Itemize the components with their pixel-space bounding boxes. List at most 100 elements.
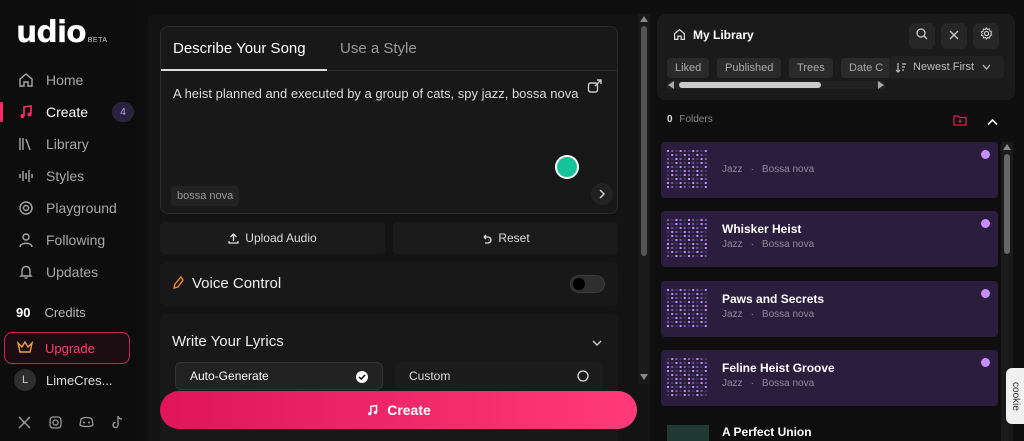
composer-tabs: Describe Your Song Use a Style	[161, 27, 617, 71]
create-button[interactable]: Create	[160, 391, 637, 429]
tiktok-icon[interactable]	[109, 414, 125, 430]
custom-label: Custom	[409, 369, 451, 383]
custom-option[interactable]: Custom	[395, 362, 603, 390]
sidebar-item-label: Following	[46, 232, 106, 248]
song-style: Bossa nova	[761, 309, 815, 320]
sidebar-item-home[interactable]: Home	[0, 64, 140, 96]
chevron-down-icon[interactable]	[592, 334, 602, 352]
beta-badge: BETA	[87, 37, 108, 44]
scroll-left-arrow-icon[interactable]	[668, 81, 674, 89]
discord-icon[interactable]	[78, 414, 94, 430]
credits[interactable]: 90 Credits	[16, 305, 86, 320]
song-thumbnail	[667, 150, 707, 188]
user-name: LimeCres...	[46, 372, 113, 388]
song-thumbnail	[667, 358, 707, 396]
song-row[interactable]: Feline Heist Groove Jazz · Bossa nova	[661, 350, 998, 406]
home-icon[interactable]	[673, 28, 686, 46]
sidebar-item-following[interactable]: Following	[0, 224, 140, 256]
scroll-thumb[interactable]	[679, 82, 821, 88]
new-indicator	[981, 219, 990, 228]
voice-icon	[172, 275, 184, 295]
song-meta: Jazz · Bossa nova	[722, 309, 815, 320]
radio-icon	[577, 370, 589, 385]
user-profile[interactable]: L LimeCres...	[14, 369, 112, 391]
settings-button[interactable]	[973, 23, 999, 49]
song-row[interactable]: A Perfect Union	[661, 419, 998, 441]
prompt-input[interactable]: A heist planned and executed by a group …	[173, 86, 578, 101]
tab-describe-your-song[interactable]: Describe Your Song	[173, 40, 306, 57]
lyrics-label: Write Your Lyrics	[172, 333, 284, 350]
x-icon[interactable]	[16, 414, 32, 430]
folders-label: Folders	[679, 114, 713, 125]
close-button[interactable]	[941, 23, 967, 49]
reset-button[interactable]: Reset	[393, 222, 618, 254]
tab-use-a-style[interactable]: Use a Style	[340, 40, 417, 57]
scroll-up-arrow-icon[interactable]	[1003, 144, 1011, 150]
expand-icon[interactable]	[587, 78, 603, 99]
filter-chips: Liked Published Trees Date C	[667, 58, 889, 80]
close-icon	[949, 27, 959, 45]
filter-chip-liked[interactable]: Liked	[667, 58, 710, 78]
sidebar-nav: Home Create 4 Library Styles Playground …	[0, 64, 140, 288]
sidebar-item-playground[interactable]: Playground	[0, 192, 140, 224]
song-genre: Jazz	[722, 239, 743, 250]
instagram-icon[interactable]	[47, 414, 63, 430]
describe-card: Describe Your Song Use a Style A heist p…	[160, 26, 618, 214]
active-tab-indicator	[161, 69, 327, 71]
add-folder-icon[interactable]	[953, 113, 967, 131]
sidebar-item-library[interactable]: Library	[0, 128, 140, 160]
chevron-right-icon[interactable]	[591, 183, 613, 205]
reset-label: Reset	[498, 231, 530, 245]
song-meta: Jazz · Bossa nova	[722, 164, 815, 175]
new-indicator	[981, 358, 990, 367]
sort-dropdown[interactable]: Newest First	[889, 56, 1004, 78]
upload-audio-button[interactable]: Upload Audio	[160, 222, 385, 254]
logo[interactable]: udio BETA	[16, 18, 108, 48]
song-row[interactable]: Whisker Heist Jazz · Bossa nova	[661, 211, 998, 267]
scroll-up-arrow-icon[interactable]	[640, 16, 648, 22]
create-label: Create	[387, 402, 431, 418]
filter-chip-trees[interactable]: Trees	[789, 58, 833, 78]
folders-summary: 0 Folders	[667, 114, 713, 125]
style-tag[interactable]: bossa nova	[171, 186, 240, 206]
scroll-down-arrow-icon[interactable]	[640, 374, 648, 380]
home-icon	[18, 72, 34, 88]
grammarly-icon[interactable]	[555, 155, 579, 179]
cookie-label: cookie	[1009, 381, 1021, 411]
filter-chip-published[interactable]: Published	[717, 58, 782, 78]
song-title: Feline Heist Groove	[722, 361, 835, 375]
bell-icon	[18, 264, 34, 280]
composer-scrollbar[interactable]	[638, 14, 650, 384]
voice-control-label: Voice Control	[192, 275, 282, 292]
song-meta: Jazz · Bossa nova	[722, 378, 815, 389]
upload-icon	[228, 232, 239, 244]
chips-scrollbar[interactable]	[667, 81, 885, 89]
filter-chip-date[interactable]: Date C	[841, 58, 889, 78]
song-meta: Jazz · Bossa nova	[722, 239, 815, 250]
upgrade-button[interactable]: Upgrade	[4, 332, 130, 364]
voice-control-toggle[interactable]	[570, 275, 605, 293]
search-button[interactable]	[909, 23, 935, 49]
scroll-right-arrow-icon[interactable]	[878, 81, 884, 89]
social-links	[16, 414, 140, 430]
song-title: Whisker Heist	[722, 222, 802, 236]
library-panel: My Library Liked Published Trees Date C …	[657, 14, 1015, 441]
library-title: My Library	[693, 28, 754, 42]
gear-icon	[980, 27, 993, 45]
song-row[interactable]: Jazz · Bossa nova	[661, 142, 998, 198]
chevron-up-icon[interactable]	[987, 113, 998, 131]
sidebar-item-label: Styles	[46, 168, 85, 184]
auto-generate-option[interactable]: Auto-Generate	[175, 362, 383, 390]
undo-icon	[481, 233, 492, 244]
cookie-settings-tab[interactable]: cookie	[1006, 368, 1024, 424]
scroll-thumb[interactable]	[641, 26, 647, 256]
song-row[interactable]: Paws and Secrets Jazz · Bossa nova	[661, 281, 998, 337]
sidebar-item-create[interactable]: Create 4	[0, 96, 140, 128]
voice-control-section: Voice Control	[160, 262, 618, 306]
sidebar-item-updates[interactable]: Updates	[0, 256, 140, 288]
folders-count: 0	[667, 114, 673, 125]
user-icon	[18, 232, 34, 248]
song-style: Bossa nova	[761, 239, 815, 250]
sidebar-item-styles[interactable]: Styles	[0, 160, 140, 192]
scroll-thumb[interactable]	[1004, 154, 1010, 254]
